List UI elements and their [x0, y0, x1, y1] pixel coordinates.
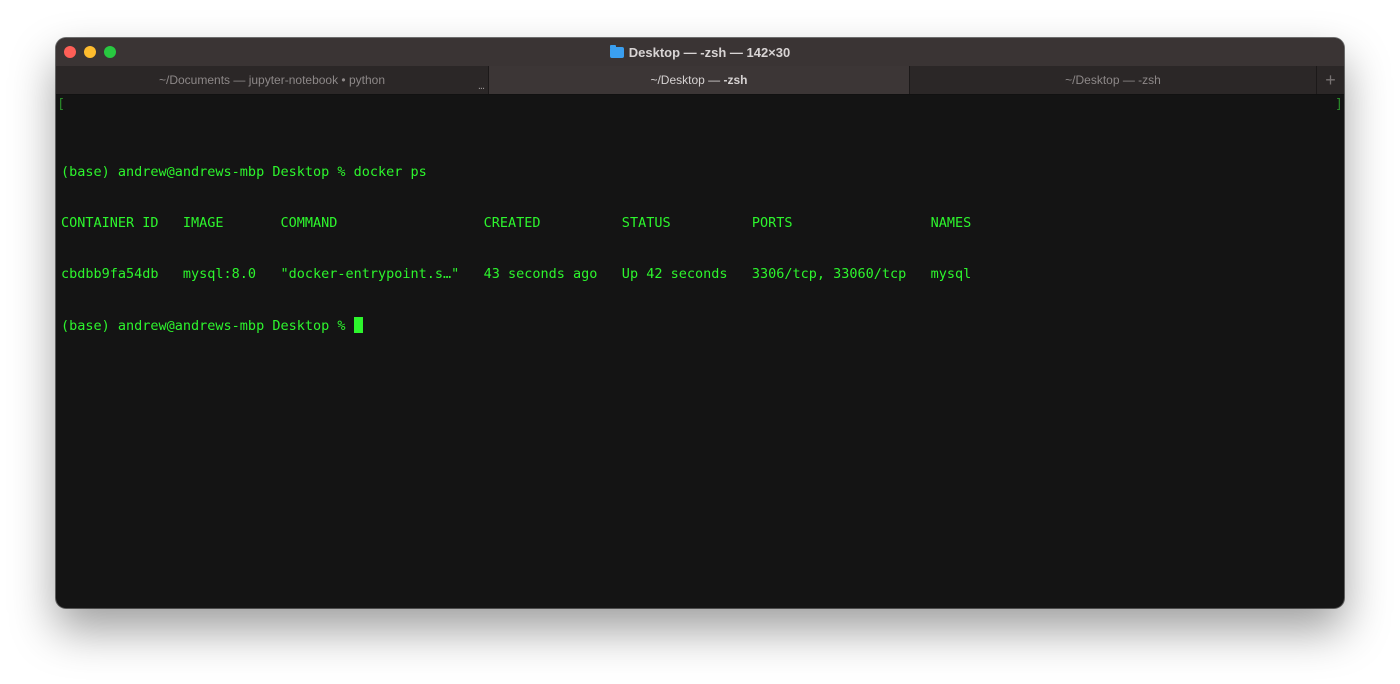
minimize-button[interactable]	[84, 46, 96, 58]
maximize-button[interactable]	[104, 46, 116, 58]
tab-label-prefix: ~/Desktop —	[650, 73, 721, 87]
tab-bar: ~/Documents — jupyter-notebook • python …	[56, 66, 1344, 95]
window-title-text: Desktop — -zsh — 142×30	[628, 44, 791, 60]
terminal-prompt-line[interactable]: (base) andrew@andrews-mbp Desktop %	[61, 317, 1344, 334]
text-cursor	[353, 317, 363, 333]
folder-icon	[609, 44, 624, 58]
mark-right-bracket: ]	[1334, 96, 1343, 112]
new-tab-button[interactable]: +	[1317, 66, 1344, 94]
tab-label: ~/Documents — jupyter-notebook • python	[159, 73, 385, 87]
plus-icon: +	[1325, 69, 1336, 90]
tab-overflow-indicator: ...	[477, 80, 485, 92]
tab-label-bold: -zsh	[723, 73, 748, 87]
title-bar[interactable]: Desktop — -zsh — 142×30	[56, 38, 1344, 66]
tab-desktop-zsh[interactable]: ~/Desktop — -zsh	[910, 66, 1317, 94]
close-button[interactable]	[64, 46, 76, 58]
tab-label: ~/Desktop — -zsh	[1065, 73, 1161, 87]
terminal-line-command: (base) andrew@andrews-mbp Desktop % dock…	[61, 164, 427, 180]
terminal-prompt: (base) andrew@andrews-mbp Desktop %	[61, 318, 354, 334]
terminal-line-header: CONTAINER ID IMAGE COMMAND CREATED STATU…	[61, 215, 972, 231]
terminal-output[interactable]: [ ] (base) andrew@andrews-mbp Desktop % …	[56, 95, 1344, 368]
window-title: Desktop — -zsh — 142×30	[609, 44, 791, 60]
window-controls	[64, 46, 116, 58]
terminal-line-container: cbdbb9fa54db mysql:8.0 "docker-entrypoin…	[61, 266, 972, 282]
terminal-window: Desktop — -zsh — 142×30 ~/Documents — ju…	[56, 38, 1344, 608]
tab-jupyter-notebook[interactable]: ~/Documents — jupyter-notebook • python …	[56, 66, 489, 94]
tab-desktop-zsh-active[interactable]: ~/Desktop — -zsh	[489, 66, 910, 94]
mark-left-bracket: [	[57, 96, 66, 112]
